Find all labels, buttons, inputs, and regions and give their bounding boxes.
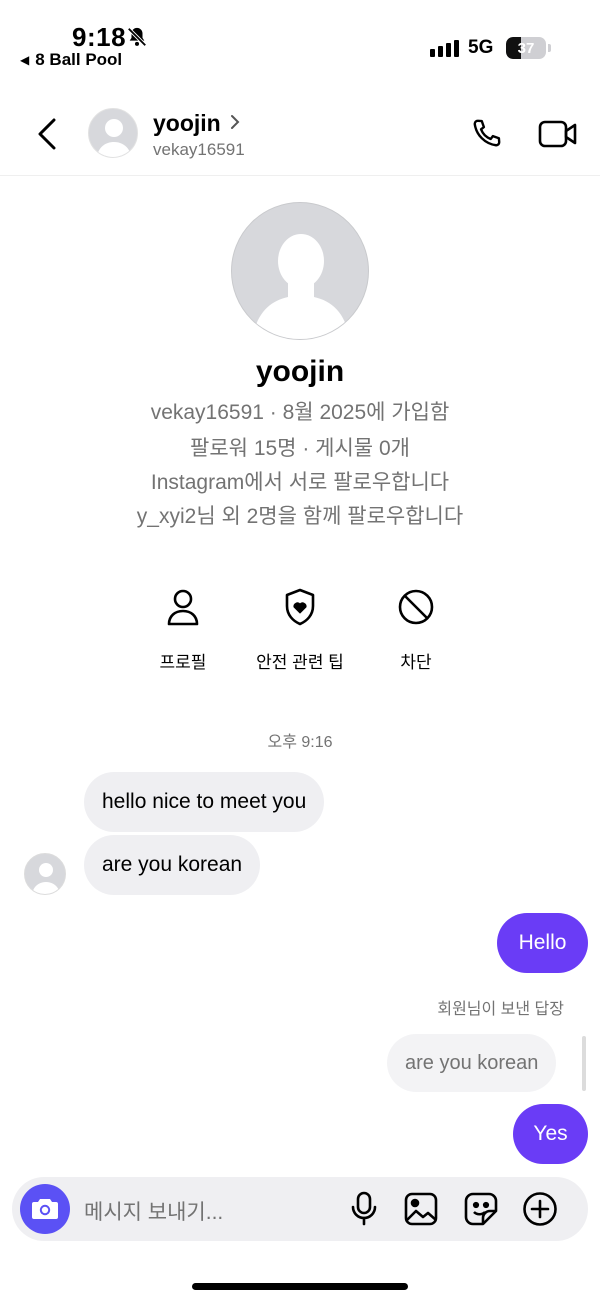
block-button[interactable]: 차단: [346, 584, 486, 673]
back-button[interactable]: [34, 116, 60, 157]
phone-call-icon[interactable]: [468, 116, 504, 157]
camera-button[interactable]: [20, 1184, 70, 1234]
header-username: vekay16591: [153, 140, 245, 159]
bell-muted-icon: [126, 26, 148, 53]
message-input[interactable]: 메시지 보내기...: [84, 1196, 223, 1226]
reply-note: 회원님이 보낸 답장: [437, 1001, 564, 1018]
message-bubble-outgoing[interactable]: Yes: [513, 1104, 588, 1164]
status-bar: 9:18 ◀ 8 Ball Pool 5G 37: [0, 0, 600, 80]
status-time: 9:18: [72, 22, 127, 52]
profile-info-mutual: Instagram에서 서로 팔로우합니다: [150, 471, 450, 494]
profile-name: yoojin: [255, 355, 345, 388]
home-indicator[interactable]: [192, 1283, 408, 1290]
header-avatar[interactable]: [88, 108, 138, 158]
chevron-right-icon: [229, 110, 241, 137]
network-label: 5G: [468, 37, 494, 58]
profile-info-joined: vekay16591 · 8월 2025에 가입함: [150, 401, 450, 424]
sticker-icon[interactable]: [463, 1191, 499, 1232]
add-icon[interactable]: [522, 1191, 558, 1232]
profile-avatar[interactable]: [231, 202, 369, 340]
gallery-icon[interactable]: [403, 1191, 439, 1232]
header-name[interactable]: yoojin: [153, 110, 241, 137]
block-label: 차단: [400, 653, 432, 672]
battery-percent: 37: [517, 39, 535, 57]
battery-tip: [548, 44, 551, 52]
back-to-app-link[interactable]: ◀ 8 Ball Pool: [20, 50, 122, 70]
message-composer: 메시지 보내기...: [12, 1177, 588, 1241]
quoted-message[interactable]: are you korean: [387, 1034, 557, 1092]
signal-icon: [430, 40, 459, 57]
header-name-text: yoojin: [153, 110, 221, 136]
battery-icon: 37: [506, 37, 546, 59]
video-call-icon[interactable]: [538, 118, 578, 155]
message-timestamp: 오후 9:16: [267, 734, 333, 751]
message-bubble-outgoing[interactable]: Hello: [497, 913, 588, 973]
back-app-label: 8 Ball Pool: [35, 50, 123, 69]
profile-info-followed-by: y_xyi2님 외 2명을 함께 팔로우합니다: [136, 505, 464, 528]
sender-avatar[interactable]: [24, 853, 66, 895]
back-triangle-icon: ◀: [20, 53, 30, 67]
microphone-icon[interactable]: [350, 1191, 378, 1232]
chat-header: yoojin vekay16591: [0, 96, 600, 176]
message-bubble-incoming[interactable]: hello nice to meet you: [84, 772, 325, 832]
reply-indicator-bar: [582, 1036, 586, 1091]
message-bubble-incoming[interactable]: are you korean: [84, 835, 261, 895]
profile-info-followers: 팔로워 15명 · 게시물 0개: [190, 437, 410, 460]
block-icon: [346, 584, 486, 630]
